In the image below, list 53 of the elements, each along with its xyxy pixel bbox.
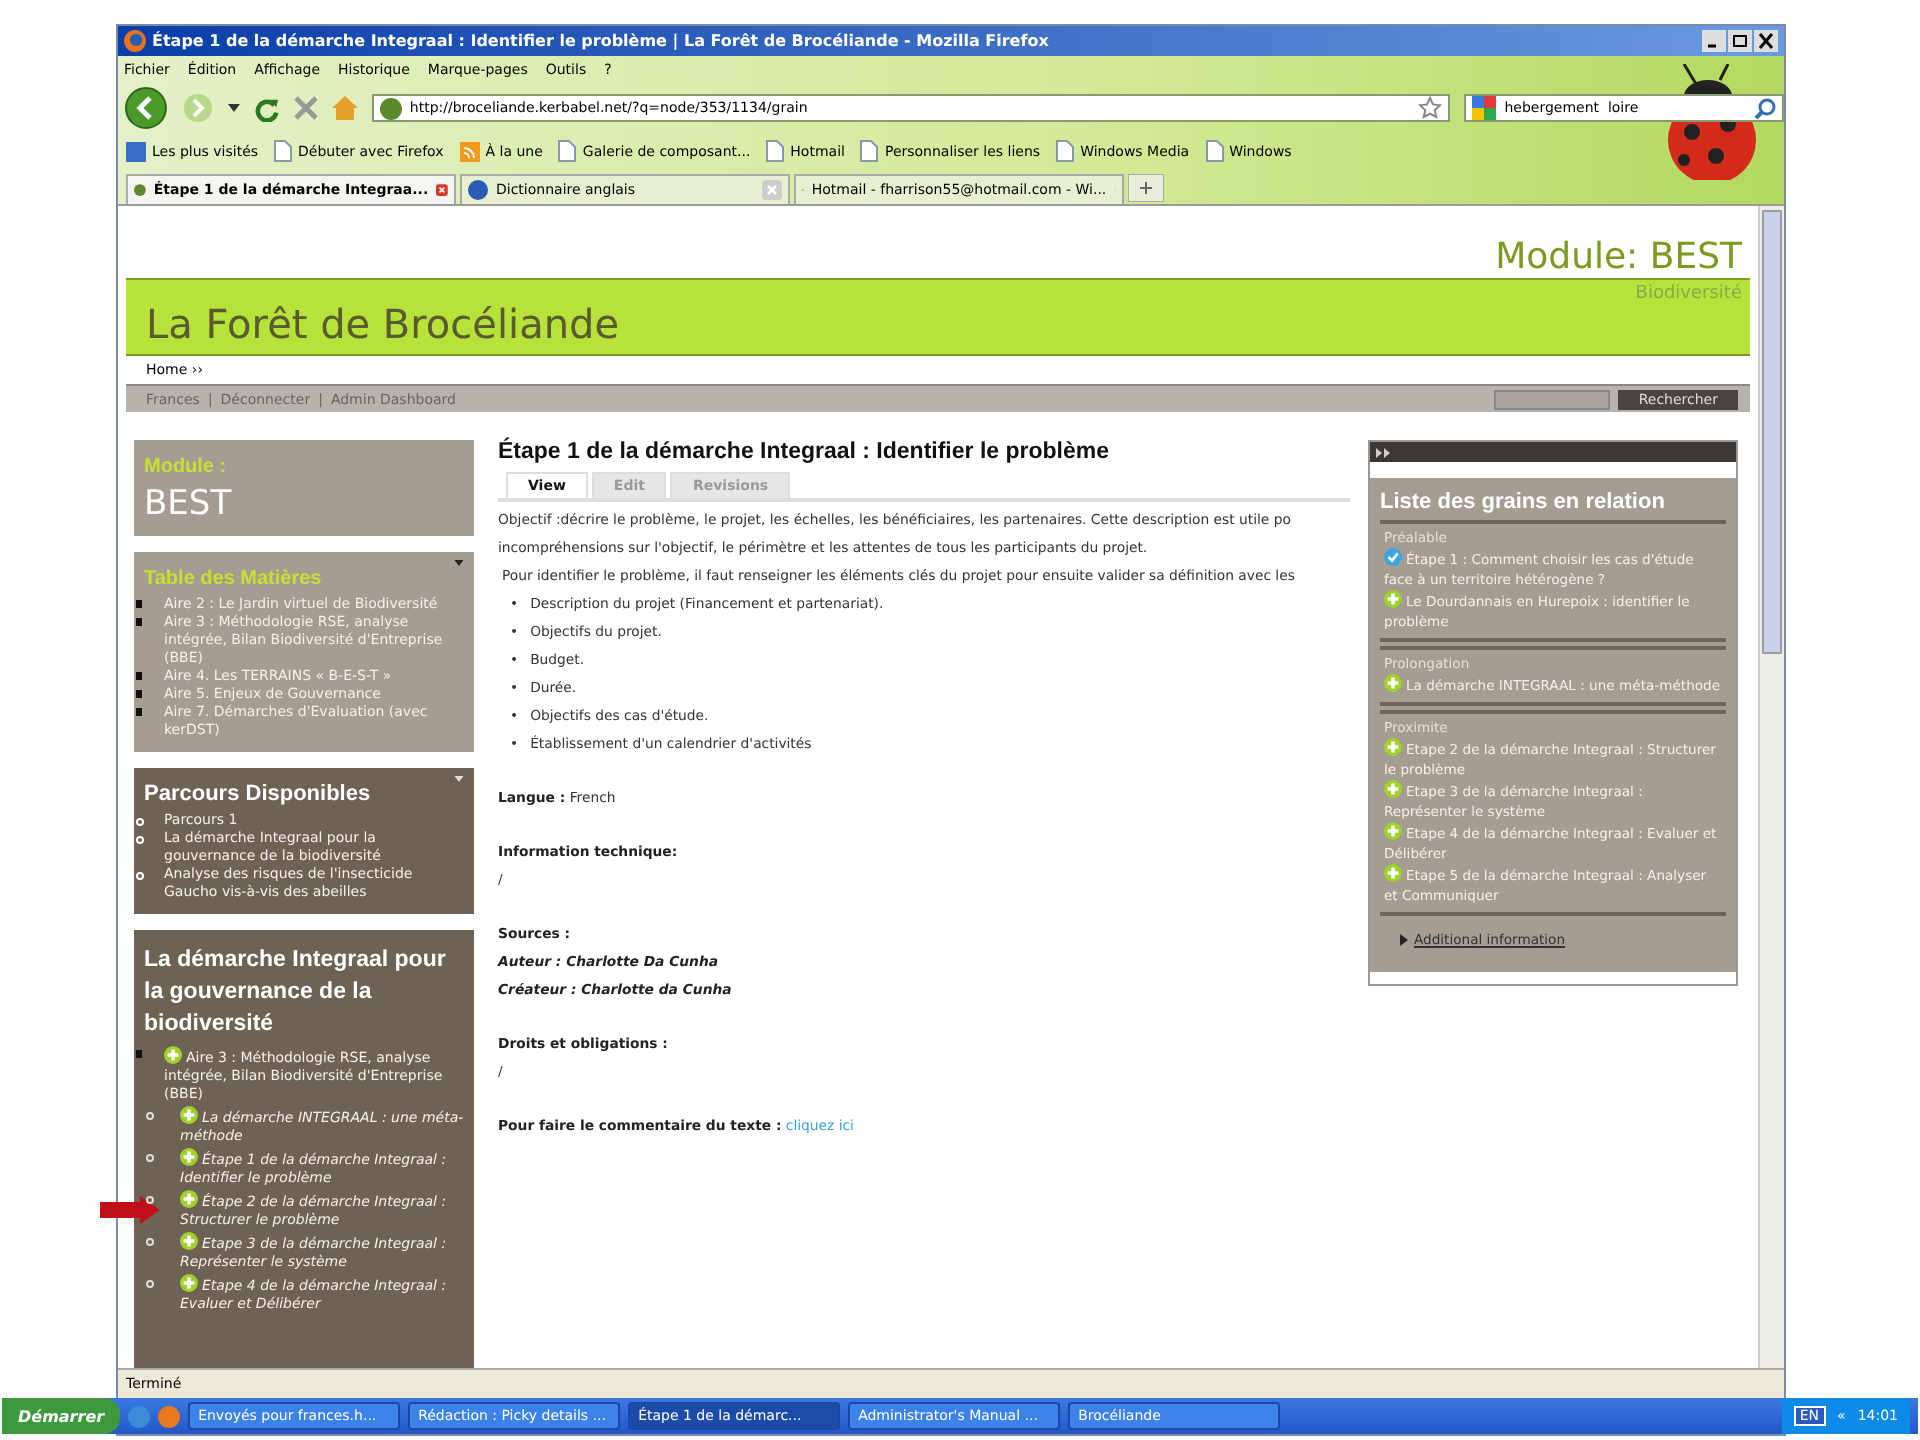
reload-icon[interactable] <box>253 95 280 121</box>
close-icon[interactable] <box>1754 30 1778 52</box>
collapse-icon[interactable] <box>454 776 464 782</box>
page-icon <box>558 140 577 162</box>
site-subtitle: Biodiversité <box>1635 281 1742 308</box>
plus-icon <box>1384 738 1402 756</box>
module-label: Module : <box>144 454 229 482</box>
window-title: Étape 1 de la démarche Integraal : Identifier le problème | La Forêt de Brocéliande - Mozilla Firefox <box>152 32 1049 50</box>
double-arrow-icon[interactable] <box>1376 447 1392 457</box>
search-engine-icon <box>1472 96 1497 120</box>
feed-icon <box>459 141 480 161</box>
page-icon <box>766 140 785 162</box>
page-icon <box>274 140 293 162</box>
maximize-icon[interactable] <box>1728 30 1752 52</box>
stop-icon[interactable] <box>293 96 318 120</box>
plus-icon <box>180 1148 198 1166</box>
article-title: Étape 1 de la démarche Integraal : Identifier le problème <box>498 440 1111 464</box>
panel-title: Table des Matières <box>144 566 322 594</box>
module-name: BEST <box>144 484 234 524</box>
star-icon[interactable] <box>1418 96 1443 120</box>
bookmark-folder-icon <box>126 141 146 161</box>
page-icon <box>860 140 879 162</box>
plus-icon <box>1384 864 1402 882</box>
site-search-field[interactable] <box>1494 389 1611 409</box>
dropdown-icon[interactable] <box>227 104 240 112</box>
back-icon[interactable] <box>124 86 168 130</box>
module-heading: Module: BEST <box>1495 236 1742 278</box>
plus-icon <box>180 1190 198 1208</box>
panel-title: La démarche Integraal pour la gouvernance de la biodiversité <box>144 946 448 1040</box>
expand-icon[interactable] <box>1400 934 1408 946</box>
plus-icon <box>180 1106 198 1124</box>
plus-icon <box>180 1274 198 1292</box>
plus-icon <box>180 1232 198 1250</box>
plus-icon <box>1384 780 1402 798</box>
minimize-icon[interactable] <box>1702 30 1726 52</box>
plus-icon <box>164 1046 182 1064</box>
arrow-icon <box>100 1196 160 1224</box>
new-tab-icon[interactable] <box>1128 174 1164 202</box>
plus-icon <box>1384 822 1402 840</box>
plus-icon <box>1384 674 1402 692</box>
check-icon <box>1384 548 1402 566</box>
panel-title: Liste des grains en relation <box>1380 488 1667 518</box>
site-icon <box>379 97 402 119</box>
panel-title: Parcours Disponibles <box>144 780 371 810</box>
search-icon[interactable] <box>1754 97 1776 119</box>
start-button[interactable]: Démarrer <box>2 1398 121 1434</box>
page-icon <box>1056 140 1075 162</box>
plus-icon <box>1384 590 1402 608</box>
page-icon <box>1205 140 1224 162</box>
collapse-icon[interactable] <box>454 560 464 566</box>
site-title[interactable]: La Forêt de Brocéliande <box>146 287 620 347</box>
scrollbar[interactable] <box>1758 206 1784 1368</box>
browser-logo-icon <box>124 30 146 52</box>
